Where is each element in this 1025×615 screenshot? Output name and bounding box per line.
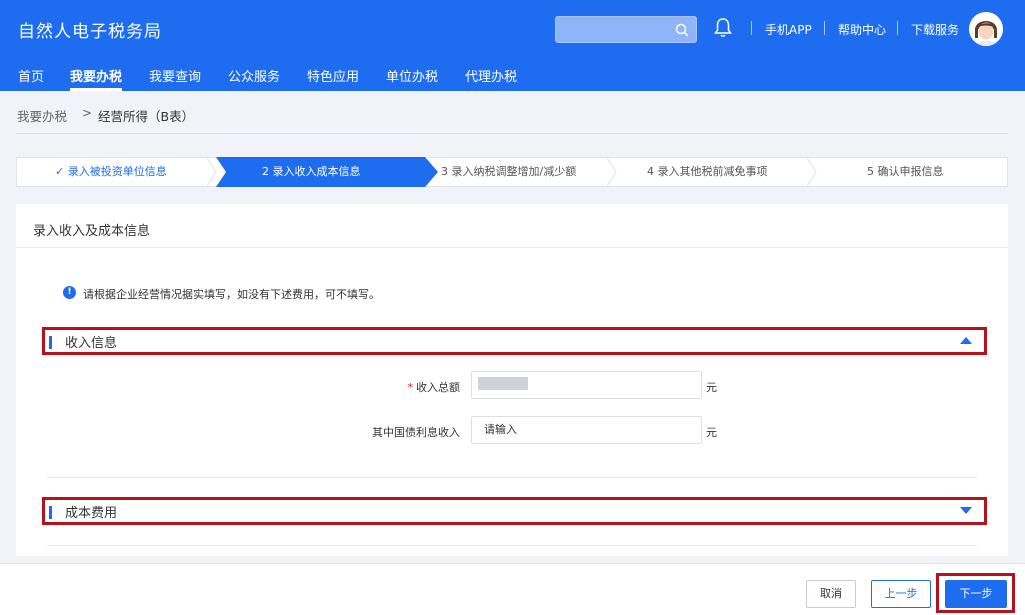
step-4-other-deductions: 4 录入其他税前减免事项 [647,165,768,178]
step-indicator: ✓ 录入被投资单位信息 2 录入收入成本信息 3 录入纳税调整增加/减少额 4 … [16,157,1008,187]
section-marker [49,336,52,349]
section-divider [47,545,977,546]
nav-active-indicator [70,88,122,91]
total-income-unit: 元 [706,381,717,394]
step-5-confirm: 5 确认申报信息 [867,165,944,178]
header-separator [897,21,898,35]
nav-unit-tax[interactable]: 单位办税 [386,66,438,85]
treasury-interest-input[interactable]: 请输入 [471,416,702,444]
blurred-value [478,377,528,390]
search-icon[interactable] [674,22,690,38]
required-mark: * [407,381,414,394]
treasury-interest-unit: 元 [706,426,717,439]
step-2-income-cost: 2 录入收入成本信息 [262,165,361,178]
income-section-label: 收入信息 [65,336,118,351]
treasury-interest-label: 其中国债利息收入 [372,426,460,439]
search-input[interactable] [555,16,697,43]
next-step-button[interactable]: 下一步 [945,580,1007,608]
mobile-app-link[interactable]: 手机APP [765,21,812,38]
total-income-label: * 收入总额 [380,379,461,395]
step-1-investee-info: ✓ 录入被投资单位信息 [55,165,167,178]
header-separator [751,21,752,35]
nav-query[interactable]: 我要查询 [149,66,201,85]
income-section-header[interactable]: 收入信息 [42,327,987,355]
cancel-button[interactable]: 取消 [806,580,856,608]
nav-agent-tax[interactable]: 代理办税 [465,66,517,85]
nav-home[interactable]: 首页 [18,66,44,85]
app-title: 自然人电子税务局 [18,22,162,42]
expand-caret-icon[interactable] [960,507,972,514]
step-3-tax-adjustment: 3 录入纳税调整增加/减少额 [441,165,577,178]
download-service-link[interactable]: 下载服务 [911,21,959,38]
cost-section-header[interactable]: 成本费用 [42,497,987,525]
nav-special-apps[interactable]: 特色应用 [307,66,359,85]
section-marker [49,506,52,519]
info-icon: ! [63,286,76,299]
cost-section-label: 成本费用 [65,506,118,521]
collapse-caret-icon[interactable] [960,337,972,344]
main-nav: 首页 我要办税 我要查询 公众服务 特色应用 单位办税 代理办税 [0,60,1025,91]
card-title: 录入收入及成本信息 [33,224,151,239]
total-income-label-text: 收入总额 [416,381,460,394]
header-separator [824,21,825,35]
previous-step-button[interactable]: 上一步 [871,580,931,608]
notice-text: 请根据企业经营情况据实填写，如没有下述费用，可不填写。 [83,288,380,301]
card-divider [16,247,1008,248]
nav-public-service[interactable]: 公众服务 [228,66,280,85]
user-avatar[interactable] [969,12,1003,46]
help-center-link[interactable]: 帮助中心 [838,21,886,38]
breadcrumb-parent[interactable]: 我要办税 [17,106,67,125]
notification-bell-icon[interactable] [713,17,733,39]
breadcrumb-current: 经营所得（B表） [98,109,195,124]
breadcrumb-separator: > [82,106,93,120]
breadcrumb-divider [16,133,1008,134]
section-divider [47,477,977,478]
avatar-icon [969,12,1003,46]
top-header: 自然人电子税务局 手机APP 帮助中心 下载服务 首页 我要办税 我要查询 公众… [0,0,1025,91]
nav-tax-handling[interactable]: 我要办税 [70,66,122,85]
